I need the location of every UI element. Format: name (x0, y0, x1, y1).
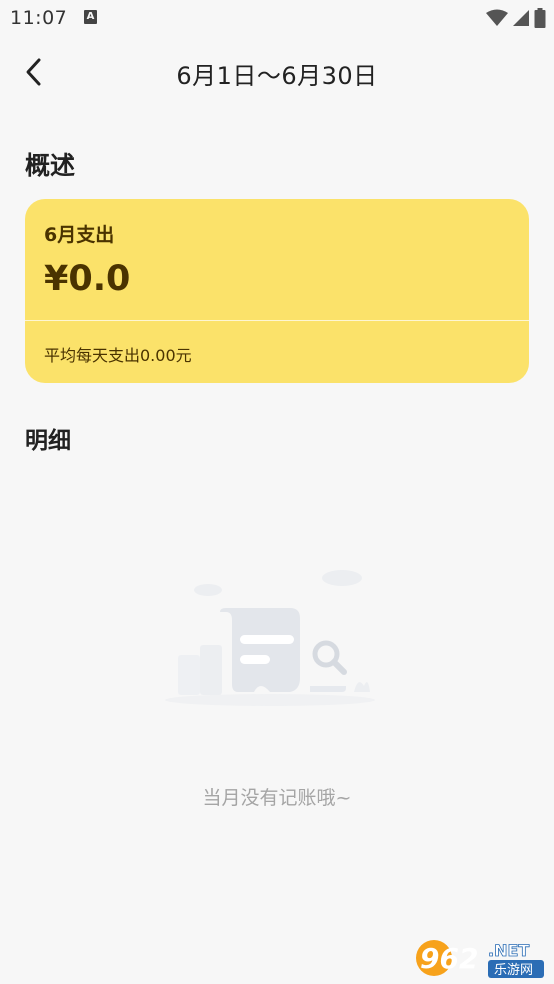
svg-text:962: 962 (420, 942, 478, 975)
status-bar: 11:07 A (0, 0, 554, 36)
page-title[interactable]: 6月1日～6月30日 (0, 56, 554, 91)
month-expense-label: 6月支出 (44, 224, 115, 246)
svg-text:乐游网: 乐游网 (494, 963, 533, 978)
a-icon: A (84, 10, 97, 24)
watermark-logo: 962 .NET 乐游网 (412, 932, 548, 980)
detail-heading: 明细 (25, 428, 71, 454)
overview-heading: 概述 (25, 151, 76, 180)
battery-icon (534, 8, 546, 28)
wifi-icon (486, 9, 508, 26)
header: 6月1日～6月30日 (0, 40, 554, 104)
empty-message: 当月没有记账哦~ (202, 787, 352, 809)
status-time: 11:07 (10, 7, 68, 29)
month-expense-amount: ¥0.0 (44, 259, 131, 299)
empty-receipt-icon (160, 560, 390, 720)
signal-icon (513, 10, 529, 26)
daily-average-text: 平均每天支出0.00元 (44, 346, 192, 365)
summary-card: 6月支出 ¥0.0 平均每天支出0.00元 (25, 199, 529, 383)
svg-text:.NET: .NET (488, 941, 529, 960)
card-divider (25, 320, 529, 321)
status-icons (486, 8, 546, 28)
